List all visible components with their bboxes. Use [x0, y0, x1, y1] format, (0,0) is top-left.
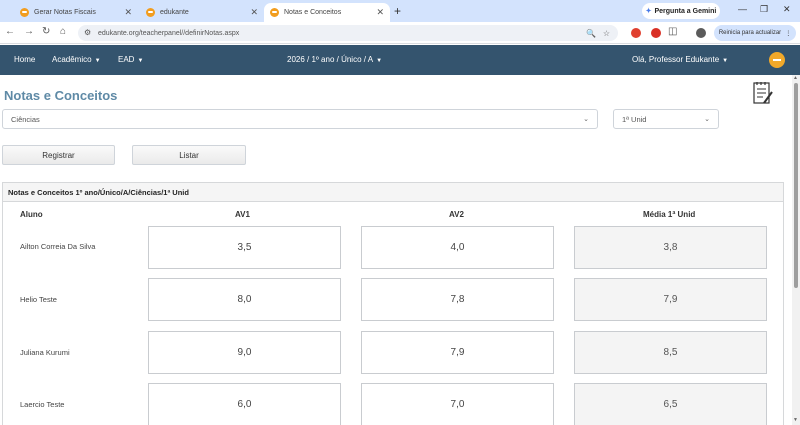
student-name: Ailton Correia Da Silva [20, 242, 96, 251]
app-navbar: Home Acadêmico ▼ EAD ▼ 2026 / 1º ano / Úni… [0, 45, 800, 75]
unit-select[interactable]: 1ª Unid ⌄ [613, 109, 719, 129]
window-close-icon[interactable]: ✕ [783, 4, 791, 15]
close-icon[interactable]: ✕ [250, 7, 258, 18]
subject-select[interactable]: Ciências ⌄ [2, 109, 598, 129]
tab-title: Notas e Conceitos [284, 9, 342, 16]
browser-tab-strip: Gerar Notas Fiscais ✕ edukante ✕ Notas e… [0, 0, 800, 22]
caret-down-icon: ▼ [376, 58, 383, 64]
column-header-av2: AV2 [449, 210, 464, 219]
nav-academico-label: Acadêmico [52, 55, 92, 64]
close-icon[interactable]: ✕ [124, 7, 132, 18]
column-header-average: Média 1ª Unid [643, 210, 696, 219]
reload-icon[interactable]: ↻ [42, 26, 50, 37]
chevron-down-icon: ⌄ [583, 116, 589, 123]
new-tab-button[interactable]: + [394, 4, 401, 18]
nav-home-link[interactable]: Home [14, 55, 35, 64]
av1-grade-input[interactable]: 8,0 [148, 278, 341, 321]
average-grade-field: 7,9 [574, 278, 767, 321]
profile-avatar[interactable] [696, 28, 706, 38]
notebook-edit-icon[interactable] [752, 80, 774, 106]
extensions-puzzle-icon[interactable]: ◫ [668, 26, 677, 37]
register-button[interactable]: Registrar [2, 145, 115, 165]
chevron-down-icon: ⌄ [704, 116, 710, 123]
tab-title: edukante [160, 9, 189, 16]
gemini-button[interactable]: ✦ Pergunta a Gemini [642, 3, 720, 19]
page-title: Notas e Conceitos [4, 88, 118, 103]
bookmark-star-icon[interactable]: 🔍 ☆ [586, 29, 610, 38]
unit-select-value: 1ª Unid [622, 114, 647, 124]
extension-icon[interactable] [651, 28, 661, 38]
minimize-icon[interactable]: — [738, 4, 747, 14]
forward-icon[interactable]: → [24, 26, 34, 37]
edukante-favicon-icon [146, 8, 155, 17]
caret-down-icon: ▼ [722, 58, 729, 64]
edukante-logo-icon[interactable] [769, 52, 785, 68]
grades-panel: Notas e Conceitos 1º ano/Único/A/Ciência… [2, 182, 784, 425]
nav-ead-menu[interactable]: EAD ▼ [118, 55, 143, 64]
list-button[interactable]: Listar [132, 145, 246, 165]
url-field[interactable]: ⚙ edukante.org/teacherpanel//definirNota… [78, 25, 618, 41]
column-header-student: Aluno [20, 210, 43, 219]
average-grade-field: 6,5 [574, 383, 767, 425]
av2-grade-input[interactable]: 7,0 [361, 383, 554, 425]
student-name: Juliana Kurumi [20, 348, 70, 357]
browser-tab-gerar-notas[interactable]: Gerar Notas Fiscais ✕ [14, 3, 138, 22]
more-menu-icon[interactable]: ⋮ [785, 30, 791, 37]
gemini-label: Pergunta a Gemini [654, 7, 717, 15]
browser-tab-edukante[interactable]: edukante ✕ [140, 3, 264, 22]
site-info-icon[interactable]: ⚙ [84, 28, 91, 37]
restore-icon[interactable]: ❐ [760, 4, 768, 15]
relaunch-update-button[interactable]: Reinicia para actualizar ⋮ [714, 25, 796, 41]
context-selector[interactable]: 2026 / 1º ano / Único / A ▼ [287, 55, 382, 64]
close-icon[interactable]: ✕ [376, 7, 384, 18]
relaunch-label: Reinicia para actualizar [718, 30, 782, 36]
back-icon[interactable]: ← [5, 26, 15, 37]
av2-grade-input[interactable]: 4,0 [361, 226, 554, 269]
gemini-star-icon: ✦ [645, 8, 652, 15]
scrollbar-thumb[interactable] [794, 83, 798, 288]
student-name: Laercio Teste [20, 400, 65, 409]
address-bar: ← → ↻ ⌂ ⚙ edukante.org/teacherpanel//def… [0, 22, 800, 44]
nav-academico-menu[interactable]: Acadêmico ▼ [52, 55, 101, 64]
av1-grade-input[interactable]: 9,0 [148, 331, 341, 374]
user-menu[interactable]: Olá, Professor Edukante ▼ [632, 55, 728, 64]
scroll-up-icon[interactable]: ▲ [793, 75, 798, 81]
browser-tab-notas-conceitos[interactable]: Notas e Conceitos ✕ [264, 3, 390, 22]
av1-grade-input[interactable]: 3,5 [148, 226, 341, 269]
column-header-av1: AV1 [235, 210, 250, 219]
greeting-label: Olá, Professor Edukante [632, 55, 720, 64]
caret-down-icon: ▼ [94, 58, 101, 64]
url-text: edukante.org/teacherpanel//definirNotas.… [98, 29, 240, 37]
scroll-down-icon[interactable]: ▼ [793, 417, 798, 423]
av2-grade-input[interactable]: 7,9 [361, 331, 554, 374]
adblock-extension-icon[interactable] [631, 28, 641, 38]
nav-ead-label: EAD [118, 55, 135, 64]
student-name: Helio Teste [20, 295, 57, 304]
edukante-favicon-icon [20, 8, 29, 17]
average-grade-field: 3,8 [574, 226, 767, 269]
context-label: 2026 / 1º ano / Único / A [287, 55, 374, 64]
average-grade-field: 8,5 [574, 331, 767, 374]
caret-down-icon: ▼ [137, 58, 144, 64]
av1-grade-input[interactable]: 6,0 [148, 383, 341, 425]
page-scrollbar[interactable]: ▲ ▼ [792, 75, 800, 425]
edukante-favicon-icon [270, 8, 279, 17]
av2-grade-input[interactable]: 7,8 [361, 278, 554, 321]
grades-panel-title: Notas e Conceitos 1º ano/Único/A/Ciência… [3, 183, 783, 202]
home-icon[interactable]: ⌂ [60, 26, 66, 37]
tab-title: Gerar Notas Fiscais [34, 9, 96, 16]
subject-select-value: Ciências [11, 114, 40, 124]
